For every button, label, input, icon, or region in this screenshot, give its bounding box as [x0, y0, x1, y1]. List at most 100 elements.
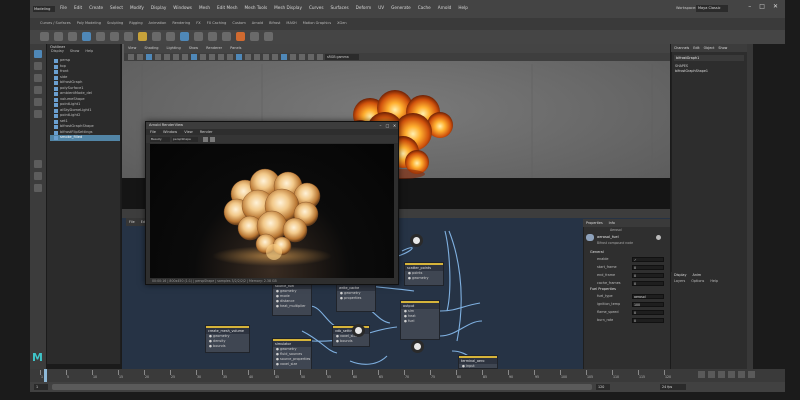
- shelf-tab[interactable]: MASH: [286, 21, 296, 27]
- channel-box-tab[interactable]: Object: [704, 46, 715, 50]
- render-view-menu-item[interactable]: Render: [200, 130, 213, 134]
- status-line-tool-icon[interactable]: [194, 32, 203, 41]
- shelf-tab[interactable]: Arnold: [252, 21, 263, 27]
- render-view-close-icon[interactable]: ✕: [392, 123, 397, 128]
- viewport-menu-item[interactable]: Panels: [230, 46, 241, 51]
- viewport-tool-icon[interactable]: [218, 54, 224, 60]
- color-space-field[interactable]: sRGB gamma: [325, 54, 359, 60]
- viewport-tool-icon[interactable]: [164, 54, 170, 60]
- range-end-field[interactable]: 120: [596, 384, 610, 390]
- shelf-tab[interactable]: Bifrost: [269, 21, 280, 27]
- go-to-end-icon[interactable]: [748, 371, 755, 378]
- status-line-tool-icon[interactable]: [54, 32, 63, 41]
- render-view-minimize-icon[interactable]: –: [378, 123, 383, 128]
- viewport-tool-icon[interactable]: [182, 54, 188, 60]
- layout-side-icon[interactable]: [34, 184, 42, 192]
- shelf-tab[interactable]: Animation: [149, 21, 167, 27]
- viewport-tool-icon[interactable]: [191, 54, 197, 60]
- viewport-menu-item[interactable]: View: [128, 46, 136, 51]
- node-port[interactable]: ● properties: [337, 296, 375, 301]
- viewport-tool-icon[interactable]: [263, 54, 269, 60]
- channel-box-tab[interactable]: Show: [718, 46, 727, 50]
- status-line-tool-icon[interactable]: [152, 32, 161, 41]
- viewport-tool-icon[interactable]: [299, 54, 305, 60]
- viewport-tool-icon[interactable]: [245, 54, 251, 60]
- menu-select[interactable]: Select: [110, 5, 123, 13]
- shelf-tab[interactable]: Rigging: [129, 21, 142, 27]
- status-line-tool-icon[interactable]: [110, 32, 119, 41]
- scale-tool-icon[interactable]: [34, 110, 42, 118]
- status-line-tool-icon[interactable]: [250, 32, 259, 41]
- render-view-menu-item[interactable]: Window: [163, 130, 177, 134]
- minimize-icon[interactable]: –: [748, 3, 751, 13]
- current-frame-marker[interactable]: [44, 369, 47, 382]
- menu-mesh-tools[interactable]: Mesh Tools: [245, 5, 268, 13]
- rotate-tool-icon[interactable]: [34, 98, 42, 106]
- graph-node[interactable]: simulator ● geometry ● fluid_sources ● sour…: [272, 338, 312, 370]
- viewport-menu-item[interactable]: Renderer: [206, 46, 222, 51]
- viewport-tool-icon[interactable]: [173, 54, 179, 60]
- menu-arnold[interactable]: Arnold: [438, 5, 452, 13]
- attribute-field[interactable]: 100: [632, 301, 664, 307]
- node-port-radial[interactable]: [411, 340, 424, 353]
- viewport-tool-icon[interactable]: [155, 54, 161, 60]
- viewport-tool-icon[interactable]: [200, 54, 206, 60]
- menu-mesh[interactable]: Mesh: [199, 5, 210, 13]
- node-port[interactable]: ● bounds: [333, 339, 369, 344]
- fps-dropdown[interactable]: 24 fps: [660, 384, 686, 390]
- status-line-tool-icon[interactable]: [208, 32, 217, 41]
- menu-display[interactable]: Display: [151, 5, 166, 13]
- outliner-menu-item[interactable]: Help: [85, 49, 93, 53]
- status-line-tool-icon[interactable]: [124, 32, 133, 41]
- attribute-field[interactable]: 0: [632, 317, 664, 323]
- viewport-tool-icon[interactable]: [236, 54, 242, 60]
- menu-generate[interactable]: Generate: [391, 5, 411, 13]
- attribute-field[interactable]: 0: [632, 272, 664, 278]
- lasso-tool-icon[interactable]: [34, 62, 42, 70]
- menu-edit[interactable]: Edit: [74, 5, 82, 13]
- node-port[interactable]: ● geometry: [405, 276, 443, 281]
- status-line-tool-icon[interactable]: [40, 32, 49, 41]
- viewport-tool-icon[interactable]: [137, 54, 143, 60]
- viewport-tool-icon[interactable]: [281, 54, 287, 60]
- status-line-tool-icon[interactable]: [166, 32, 175, 41]
- menu-file[interactable]: File: [60, 5, 67, 13]
- viewport-tool-icon[interactable]: [209, 54, 215, 60]
- viewport-tool-icon[interactable]: [254, 54, 260, 60]
- close-icon[interactable]: ✕: [773, 3, 778, 13]
- graph-node[interactable]: source_fuel ● geometry ● mode ● distance ● h…: [272, 280, 312, 316]
- menu-options[interactable]: Options: [691, 279, 704, 283]
- graph-node[interactable]: terminal_aero ● input: [458, 355, 498, 369]
- paint-tool-icon[interactable]: [34, 74, 42, 82]
- shape-name[interactable]: bifrostGraphShape1: [675, 69, 708, 73]
- menu-edit-mesh[interactable]: Edit Mesh: [217, 5, 237, 13]
- graph-node[interactable]: scatter_points ● points ● geometry: [404, 262, 444, 286]
- node-port[interactable]: ● voxel_size: [273, 362, 311, 367]
- attribute-editor-strip[interactable]: [747, 44, 753, 369]
- viewport-tool-icon[interactable]: [272, 54, 278, 60]
- status-line-tool-icon[interactable]: [68, 32, 77, 41]
- status-line-tool-icon[interactable]: [222, 32, 231, 41]
- graph-node[interactable]: output ● sim ● heat ● fuel: [400, 300, 440, 340]
- workspace-dropdown[interactable]: Maya Classic: [696, 5, 728, 12]
- section-fuel-properties[interactable]: Fuel Properties: [590, 287, 616, 291]
- move-tool-icon[interactable]: [34, 86, 42, 94]
- attribute-tab[interactable]: Properties: [586, 221, 603, 225]
- shelf-tab[interactable]: FX Caching: [207, 21, 227, 27]
- status-line-tool-icon[interactable]: [180, 32, 189, 41]
- viewport-tool-icon[interactable]: [227, 54, 233, 60]
- shelf-tab[interactable]: Curves / Surfaces: [40, 21, 71, 27]
- layout-single-icon[interactable]: [34, 160, 42, 168]
- menu-deform[interactable]: Deform: [356, 5, 372, 13]
- menu-surfaces[interactable]: Surfaces: [331, 5, 349, 13]
- status-line-tool-icon[interactable]: [236, 32, 245, 41]
- menu-curves[interactable]: Curves: [309, 5, 324, 13]
- viewport-tool-icon[interactable]: [317, 54, 323, 60]
- menu-layers[interactable]: Layers: [674, 279, 685, 283]
- graph-node[interactable]: create_mesh_volume ● geometry ● density ● b…: [205, 325, 250, 353]
- menu-cache[interactable]: Cache: [418, 5, 431, 13]
- outliner-item[interactable]: smoke_filled: [50, 135, 120, 141]
- mode-dropdown[interactable]: Modeling: [33, 6, 55, 12]
- menu-create[interactable]: Create: [89, 5, 103, 13]
- aov-dropdown[interactable]: Beauty: [150, 137, 170, 142]
